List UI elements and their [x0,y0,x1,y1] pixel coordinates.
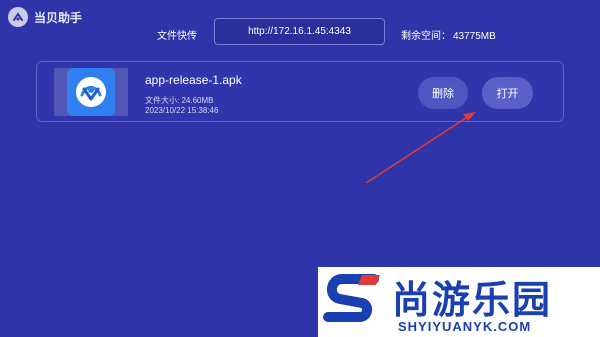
watermark-logo-icon [323,274,380,322]
watermark: 尚游乐园 SHYIYUANYK.COM [318,267,600,337]
watermark-cn-text: 尚游乐园 [392,278,553,322]
watermark-en-text: SHYIYUANYK.COM [398,319,532,334]
